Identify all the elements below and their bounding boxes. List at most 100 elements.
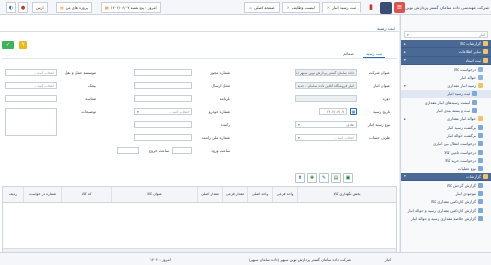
sidebar-item-receipt-return[interactable]: برگشت رسید انبار [401, 123, 491, 131]
vehicle-label: شماره خودرو [208, 109, 230, 114]
sidebar-item-cardex[interactable]: گزارش کاردکس مقداری کالا [401, 198, 491, 206]
edit-icon[interactable]: ✎ [319, 173, 329, 183]
sidebar-item-operation-type[interactable]: نوع عملیات [401, 164, 491, 172]
hamburger-menu-icon[interactable]: ≡ [394, 2, 405, 13]
add-icon[interactable]: ✚ [307, 173, 317, 183]
title-divider [0, 31, 399, 32]
sidebar-item-record-docs[interactable]: ثبت اسناد ▾ [401, 56, 491, 65]
permit-field[interactable] [134, 69, 192, 76]
date-text: امروز : پنج شنبه ۱۴۰۲/۰۶/۰۷ [110, 5, 157, 10]
company-field[interactable]: داده سامان گستر پردازش نوین سپهر (داده س… [295, 69, 357, 76]
tab-attachments[interactable]: ضمائم [340, 50, 357, 57]
chevron-icon: ▾ [404, 58, 406, 63]
period-label: دوره [382, 96, 390, 101]
bill-field[interactable] [134, 95, 192, 102]
exit-time-label: ساعت خروج [148, 148, 169, 153]
sidebar-item-warehouse-remittance[interactable]: حواله انبار [401, 73, 491, 81]
sidebar-item-record-receipt[interactable]: ثبت رسید انبار [401, 89, 491, 99]
grid-col-qty-2[interactable]: مقدار فرعی [222, 187, 247, 202]
period-field[interactable] [295, 95, 357, 102]
sidebar-item-remittance-return[interactable]: برگشت حواله انبار [401, 131, 491, 139]
grid-col-row[interactable]: ردیف [3, 187, 23, 202]
grid-col-storage[interactable]: بخش نگهداری کالا [297, 187, 396, 202]
return-icon [478, 132, 483, 138]
user-icon[interactable]: ● [18, 2, 28, 13]
driver-id-field[interactable] [134, 134, 192, 141]
sidebar-item-reports-goods[interactable]: گزارشات کالا ▸ [401, 40, 491, 49]
sidebar-item-other-info[interactable]: سایر اطلاعات ▸ [401, 48, 491, 57]
date-chip[interactable]: امروز : پنج شنبه ۱۴۰۲/۰۶/۰۷ ▦ [101, 2, 161, 13]
receipt-form: عنوان شرکت داده سامان گستر پردازش نوین س… [2, 58, 397, 168]
close-icon[interactable]: ✕ [327, 5, 330, 10]
sidebar-item-goods-flow[interactable]: گزارش گردش کالا [401, 181, 491, 189]
sidebar-search-input[interactable]: انبار [479, 33, 485, 37]
sidebar-item-purchase-request[interactable]: درخواست خرید کالا [401, 156, 491, 164]
grid-col-title[interactable]: عنوان کالا [111, 187, 197, 202]
report-icon [478, 190, 483, 196]
tab-receipt[interactable]: ثبت رسید انبار ✕ [321, 2, 361, 13]
sidebar-item-transfer-request[interactable]: درخواست انتقال بین انباری [401, 140, 491, 148]
sidebar-item-packaging[interactable]: ثبت و بسته بندی انبار [401, 106, 491, 114]
home-icon: ⌂ [249, 5, 252, 10]
save-button[interactable]: ✓ [2, 41, 14, 49]
identifier-field[interactable] [5, 95, 57, 102]
bookmark-icon[interactable]: ▮ [366, 3, 376, 12]
transport-select[interactable]: انتخاب کنید... [5, 69, 57, 76]
upload-icon[interactable]: ⬆ [295, 173, 305, 183]
waybill-select[interactable]: انتخاب کنید... [5, 82, 57, 89]
briefcase-icon: ▤ [60, 5, 64, 10]
lightning-icon[interactable]: ϟ [19, 41, 27, 49]
sidebar-item-label: لیست رسیدهای انبار مقداری [424, 99, 470, 105]
tab-tasks[interactable]: لیست وظایف ✕ [281, 2, 320, 13]
vehicle-select[interactable]: انتخاب کنید... ▾ [134, 108, 192, 115]
waybill-label: بیجک [87, 83, 96, 88]
sidebar-item-inventory[interactable]: موجودی انبار [401, 189, 491, 197]
sidebar-item-summary-receipt[interactable]: گزارش خلاصه مقداری رسید و حواله انبار [401, 214, 491, 222]
grid-col-unit-1[interactable]: واحد اصلی [247, 187, 272, 202]
sidebar-item-label: گزارشات [466, 173, 481, 179]
excel-export-icon[interactable]: ▣ [343, 173, 353, 183]
vehicle-placeholder: انتخاب کنید... [169, 110, 189, 114]
close-icon[interactable]: ✕ [287, 5, 290, 10]
grid-col-request[interactable]: شماره در خواست [23, 187, 61, 202]
exit-time-field[interactable] [117, 147, 139, 154]
chevron-down-icon: ▾ [137, 110, 139, 114]
tab-receipt-form[interactable]: ثبت رسید [362, 50, 385, 58]
report-icon [478, 182, 483, 188]
sidebar-item-quantity-remittance[interactable]: حواله انبار مقداری ▸ [401, 115, 491, 123]
sidebar-item-goods-request[interactable]: درخواست کالا [401, 65, 491, 73]
receipt-type-value: عادی [346, 123, 354, 127]
doc-icon [472, 91, 477, 97]
sidebar-item-label: ثبت رسید انبار [447, 91, 470, 97]
party-select[interactable]: انتخاب کنید... ▾ [295, 134, 357, 141]
driver-field[interactable] [134, 121, 192, 128]
cart-icon [478, 157, 483, 163]
sidebar-search[interactable]: انبار ▾ [404, 31, 488, 38]
tab-home[interactable]: صفحه اصلی ⌂ [244, 2, 280, 13]
report-icon [478, 215, 483, 221]
sidebar-item-label: گزارش کاردکس مقداری کالا [430, 199, 476, 205]
grid-col-unit-2[interactable]: واحد فرعی [272, 187, 297, 202]
folder-icon [483, 57, 488, 63]
receipt-date-field[interactable]: ۱۴۰۲/۰۶/۰۷ [319, 108, 347, 115]
settings-icon[interactable]: ◐ [6, 2, 16, 13]
sidebar-item-quantity-receipt[interactable]: رسید انبار مقداری ▾ [401, 81, 491, 89]
send-place-field[interactable] [134, 82, 192, 89]
company-label: عنوان شرکت [368, 70, 390, 75]
user-chip[interactable]: ارس [32, 2, 48, 13]
sidebar-item-cardex-receipt[interactable]: گزارش کاردکس مقداری رسید و حواله انبار [401, 206, 491, 214]
grid-col-code[interactable]: کد کالا [61, 187, 111, 202]
entry-time-field[interactable] [172, 147, 192, 154]
description-field[interactable] [5, 108, 57, 136]
receipt-type-select[interactable]: عادی ▾ [295, 121, 357, 128]
sidebar-item-receipt-list[interactable]: لیست رسیدهای انبار مقداری [401, 98, 491, 106]
sidebar-item-label: گزارش گردش کالا [446, 182, 476, 188]
projects-chip[interactable]: پروژه های من ▤ [56, 2, 92, 13]
excel-import-icon[interactable]: ▤ [331, 173, 341, 183]
sidebar-item-reports[interactable]: گزارشات ▾ [401, 172, 491, 182]
sidebar-item-supply-request[interactable]: درخواست تامین کالا [401, 148, 491, 156]
calendar-icon[interactable]: ▦ [350, 108, 357, 115]
warehouse-field[interactable]: انبار فروشگاه آنلاین داده سامان - جدید [295, 82, 357, 89]
grid-col-qty-1[interactable]: مقدار اصلی [197, 187, 222, 202]
user-text: ارس [36, 5, 44, 10]
